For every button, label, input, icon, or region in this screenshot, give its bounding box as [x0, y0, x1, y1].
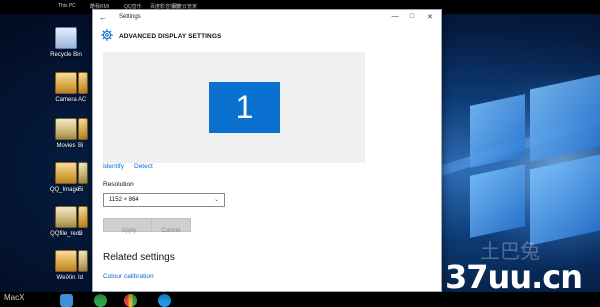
colour-calibration-link[interactable]: Colour calibration [103, 273, 154, 280]
cancel-button-label: Cancel [161, 228, 181, 234]
desktop-icon-partial[interactable]: AC [78, 72, 92, 103]
bottom-black-bar [0, 292, 600, 307]
close-button[interactable]: ✕ [424, 13, 436, 23]
desktop-icon-partial[interactable]: Id [78, 250, 92, 281]
folder-icon [78, 206, 88, 228]
taskbar-app-icon[interactable] [60, 294, 73, 307]
maximize-button[interactable]: □ [406, 13, 418, 23]
window-titlebar[interactable]: ← Settings — □ ✕ [93, 10, 441, 26]
desktop-icon-label: Fi [78, 187, 83, 193]
page-header: ADVANCED DISPLAY SETTINGS [93, 27, 441, 45]
watermark-url: 37uu.cn [445, 258, 583, 296]
folder-icon [55, 162, 77, 184]
taskbar-label: MacX [4, 293, 25, 302]
gear-icon [101, 29, 113, 41]
folder-icon [78, 118, 88, 140]
minimize-button[interactable]: — [389, 13, 401, 23]
resolution-label: Resolution [103, 181, 134, 188]
desktop-icon-label: Id [78, 275, 84, 281]
folder-icon [55, 206, 77, 228]
apply-button-label: Apply [121, 228, 137, 234]
apply-button[interactable]: Apply [103, 218, 155, 234]
desktop-icon-label: AC [78, 97, 87, 103]
folder-icon [55, 250, 77, 272]
top-label[interactable]: This PC [58, 3, 76, 9]
desktop-icon-partial[interactable]: Bi [78, 118, 92, 149]
recycle-bin-icon [55, 27, 77, 49]
taskbar-app-icon[interactable] [94, 294, 107, 307]
settings-window: ← Settings — □ ✕ ADVANCED DISPLAY SETTIN… [92, 9, 442, 292]
desktop-icon-partial[interactable]: Fi [78, 162, 92, 193]
folder-icon [55, 72, 77, 94]
back-arrow-icon[interactable]: ← [99, 13, 107, 22]
cancel-button[interactable]: Cancel [151, 218, 191, 234]
desktop-icon-label: Recycle Bin [50, 52, 82, 58]
resolution-value: 1152 × 864 [109, 197, 139, 203]
folder-icon [55, 118, 77, 140]
chevron-down-icon: ⌄ [213, 197, 219, 203]
identify-link[interactable]: Identify [103, 163, 124, 170]
desktop-icon-partial[interactable]: G [78, 206, 92, 237]
related-settings-heading: Related settings [103, 252, 175, 263]
folder-icon [78, 72, 88, 94]
desktop-icon-label: Bi [78, 143, 84, 149]
page-title: ADVANCED DISPLAY SETTINGS [119, 33, 222, 40]
desktop-icon-recycle-bin[interactable]: Recycle Bin [46, 27, 86, 58]
monitor-1-tile[interactable]: 1 [209, 82, 280, 133]
display-preview-area: 1 [103, 52, 365, 163]
taskbar-app-icon[interactable] [158, 294, 171, 307]
resolution-dropdown[interactable]: 1152 × 864 ⌄ [103, 193, 225, 207]
window-title: Settings [119, 14, 141, 20]
detect-link[interactable]: Detect [134, 163, 153, 170]
folder-icon [78, 162, 88, 184]
desktop-icon-label: G [78, 231, 83, 237]
folder-icon [78, 250, 88, 272]
taskbar-app-icon[interactable] [124, 294, 137, 307]
